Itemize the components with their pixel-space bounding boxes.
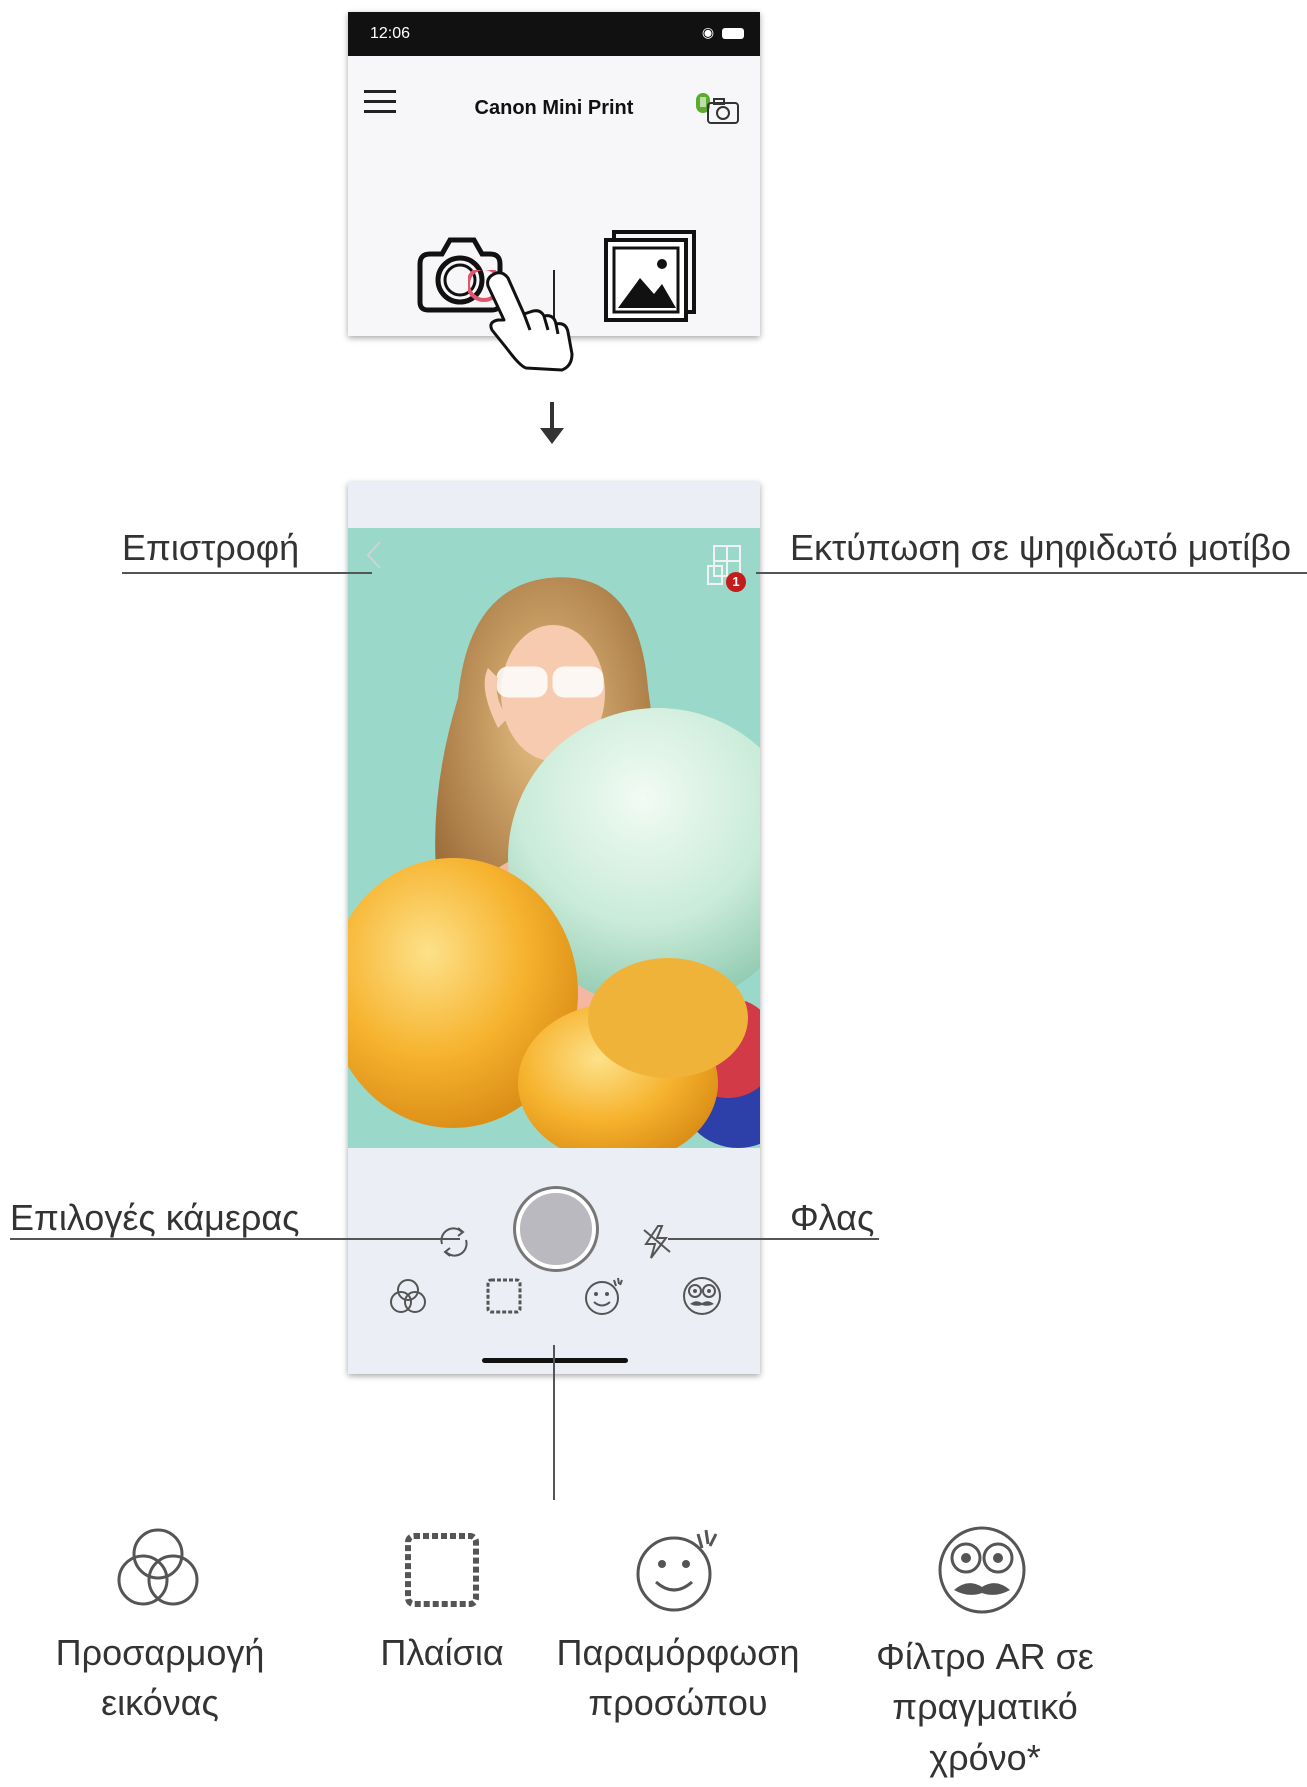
callout-back: Επιστροφή: [122, 527, 300, 568]
callout-line-mosaic: [756, 572, 1307, 574]
status-icons: ◉: [702, 24, 744, 41]
gallery-icon[interactable]: [600, 226, 700, 326]
flash-off-icon[interactable]: [638, 1222, 674, 1262]
legend-label-face-distortion: Παραμόρφωση προσώπου: [556, 1632, 800, 1724]
home-indicator: [482, 1358, 628, 1363]
tap-hand-icon: [468, 270, 574, 372]
home-screen: 12:06 ◉ Canon Mini Print: [348, 12, 760, 372]
camera-screen: 1: [348, 482, 760, 1374]
frames-icon[interactable]: [480, 1272, 528, 1320]
legend-label-adjustment: Προσαρμογή εικόνας: [55, 1632, 265, 1724]
arrow-down-icon: [540, 402, 564, 444]
wifi-icon: ◉: [701, 24, 715, 40]
printer-status-icon[interactable]: [694, 89, 744, 129]
callout-line-tools: [553, 1345, 555, 1500]
camera-preview: [348, 528, 760, 1148]
callout-line-camera-options: [10, 1238, 460, 1240]
switch-camera-icon[interactable]: [434, 1222, 474, 1262]
legend-label-ar-filter: Φίλτρο AR σε πραγματικό χρόνο*: [876, 1636, 1094, 1778]
shutter-button[interactable]: [516, 1189, 596, 1269]
battery-icon: [722, 27, 744, 39]
adjustment-icon: [117, 1528, 199, 1606]
back-chevron-icon[interactable]: [364, 538, 384, 572]
mosaic-badge: 1: [726, 572, 746, 592]
callout-mosaic-print: Εκτύπωση σε ψηφιδωτό μοτίβο: [790, 527, 1291, 568]
frames-icon: [405, 1533, 479, 1607]
preview-photo: [348, 528, 760, 1148]
face-distortion-icon: [636, 1529, 718, 1612]
adjustment-icon[interactable]: [384, 1272, 432, 1320]
callout-flash: Φλας: [790, 1197, 875, 1238]
legend-label-frames: Πλαίσια: [380, 1632, 504, 1673]
face-distortion-icon[interactable]: [580, 1272, 628, 1320]
ar-filter-icon[interactable]: [678, 1272, 726, 1320]
callout-line-back: [122, 572, 372, 574]
callout-camera-options: Επιλογές κάμερας: [10, 1197, 300, 1238]
callout-line-flash: [668, 1238, 879, 1240]
status-time: 12:06: [370, 25, 411, 42]
ar-filter-icon: [938, 1526, 1026, 1614]
status-bar: 12:06 ◉: [348, 12, 760, 56]
